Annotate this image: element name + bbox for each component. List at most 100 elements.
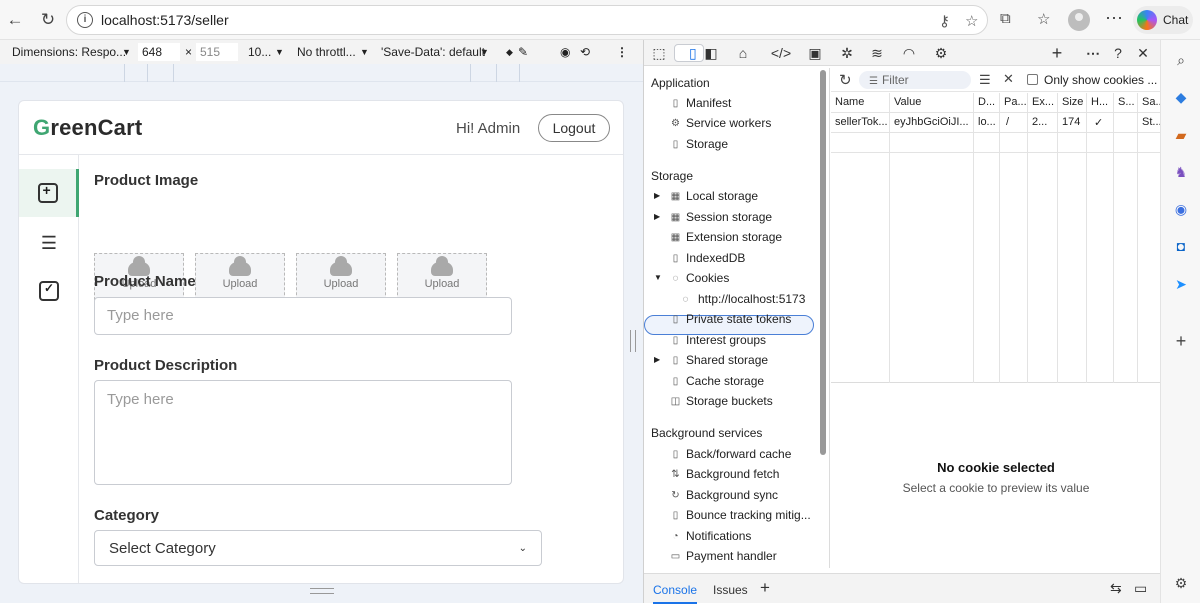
column-header-httponly[interactable]: H...	[1091, 96, 1111, 108]
minimize-drawer-icon[interactable]: ▭	[1134, 580, 1147, 597]
save-data-select[interactable]: 'Save-Data': default	[381, 45, 485, 59]
tree-item-bounce-tracking[interactable]: Bounce tracking mitig...	[686, 508, 811, 522]
column-header-path[interactable]: Pa...	[1004, 96, 1026, 108]
welcome-home-icon[interactable]: ⌂	[732, 44, 754, 62]
devtools-more-icon[interactable]: ⋯	[1082, 44, 1104, 62]
tree-item-payment-handler[interactable]: Payment handler	[686, 549, 777, 563]
dimensions-select[interactable]: Dimensions: Respo...	[12, 45, 126, 59]
column-header-domain[interactable]: D...	[978, 96, 998, 108]
more-tabs-plus-icon[interactable]: +	[1046, 44, 1068, 62]
profile-avatar[interactable]	[1068, 9, 1090, 31]
tree-item-local-storage[interactable]: Local storage	[686, 189, 758, 203]
refresh-icon[interactable]: ↻	[839, 71, 852, 89]
more-options-icon[interactable]: ⋮	[616, 45, 628, 59]
tree-item-storage-buckets[interactable]: Storage buckets	[686, 394, 773, 408]
cookie-filter-input[interactable]: ☰ Filter	[859, 71, 971, 89]
cookie-name-cell[interactable]: sellerTok...	[835, 116, 887, 128]
key-icon[interactable]: ⚷	[939, 12, 950, 30]
sources-bug-icon[interactable]: ✲	[836, 44, 858, 62]
height-input[interactable]: 515	[196, 43, 238, 61]
product-name-input[interactable]: Type here	[94, 297, 512, 335]
pen-icon[interactable]: ✎	[518, 45, 528, 59]
console-tab-icon[interactable]: ▣	[804, 44, 826, 62]
tree-item-notifications[interactable]: Notifications	[686, 529, 751, 543]
application-gear-icon[interactable]: ⚙	[930, 44, 952, 62]
device-mode-icon[interactable]: ◆	[506, 47, 513, 58]
performance-gauge-icon[interactable]: ◠	[898, 44, 920, 62]
column-header-secure[interactable]: S...	[1118, 96, 1136, 108]
refresh-icon[interactable]: ↻	[34, 6, 62, 34]
logout-button[interactable]: Logout	[538, 114, 610, 142]
address-bar[interactable]: i localhost:5173/seller ⚷ ☆	[66, 5, 988, 35]
eye-icon[interactable]: ◉	[560, 45, 570, 59]
extensions-icon[interactable]: ⧉	[1000, 10, 1011, 27]
games-chess-icon[interactable]: ♞	[1173, 164, 1189, 180]
cookie-samesite-cell[interactable]: St...	[1142, 116, 1160, 128]
tree-item-private-state-tokens[interactable]: Private state tokens	[686, 312, 791, 326]
add-drawer-tab-icon[interactable]: +	[760, 578, 770, 598]
column-header-size[interactable]: Size	[1062, 96, 1086, 108]
sidebar-item-product-list[interactable]: ☰	[19, 219, 79, 267]
tree-item-session-storage[interactable]: Session storage	[686, 210, 772, 224]
tree-item-back-forward-cache[interactable]: Back/forward cache	[686, 447, 791, 461]
add-sidebar-app-icon[interactable]: +	[1173, 332, 1189, 350]
dock-drawer-icon[interactable]: ⇆	[1110, 580, 1122, 597]
cookie-domain-cell[interactable]: lo...	[978, 116, 998, 128]
more-menu-icon[interactable]: ⋯	[1105, 8, 1123, 29]
column-header-expires[interactable]: Ex...	[1032, 96, 1056, 108]
expand-arrow-icon[interactable]: ▶	[654, 355, 660, 364]
collapse-arrow-icon[interactable]: ▼	[654, 273, 662, 282]
tree-item-background-sync[interactable]: Background sync	[686, 488, 778, 502]
category-select[interactable]: Select Category ⌄	[94, 530, 542, 566]
throttle-select[interactable]: No throttl...	[297, 45, 356, 59]
send-telegram-icon[interactable]: ➤	[1173, 276, 1189, 292]
back-icon[interactable]: ←	[1, 6, 29, 34]
cookie-httponly-cell[interactable]: ✓	[1094, 116, 1112, 129]
cookie-value-cell[interactable]: eyJhbGciOiJI...	[894, 116, 970, 128]
greencart-logo[interactable]: GreenCart	[33, 115, 142, 141]
cookie-size-cell[interactable]: 174	[1062, 116, 1086, 128]
tree-item-service-workers[interactable]: Service workers	[686, 116, 771, 130]
tree-item-cookies[interactable]: Cookies	[686, 271, 729, 285]
viewport-resize-handle-right[interactable]	[630, 330, 636, 352]
only-show-checkbox[interactable]	[1027, 74, 1038, 85]
expand-arrow-icon[interactable]: ▶	[654, 191, 660, 200]
elements-tab-icon[interactable]: </>	[770, 44, 792, 62]
toolbox-icon[interactable]: ▰	[1173, 127, 1189, 143]
cookie-expires-cell[interactable]: 2...	[1032, 116, 1056, 128]
viewport-resize-handle-bottom[interactable]	[310, 588, 334, 594]
sidebar-item-orders[interactable]: ✓	[19, 267, 79, 315]
tree-item-storage[interactable]: Storage	[686, 137, 728, 151]
tree-item-background-fetch[interactable]: Background fetch	[686, 467, 779, 481]
expand-arrow-icon[interactable]: ▶	[654, 212, 660, 221]
tree-item-cookie-origin[interactable]: http://localhost:5173	[698, 292, 805, 306]
shopping-tag-icon[interactable]: ◆	[1173, 89, 1189, 105]
column-header-samesite[interactable]: Sa...	[1142, 96, 1160, 108]
tree-item-shared-storage[interactable]: Shared storage	[686, 353, 768, 367]
favorites-icon[interactable]: ☆	[1037, 10, 1050, 28]
column-header-value[interactable]: Value	[894, 96, 970, 108]
cookie-path-cell[interactable]: /	[1006, 116, 1026, 128]
dock-side-icon[interactable]: ◧	[700, 44, 722, 62]
sidebar-settings-gear-icon[interactable]: ⚙	[1173, 575, 1189, 591]
tree-scrollbar[interactable]	[820, 70, 826, 455]
favorite-star-icon[interactable]: ☆	[965, 12, 978, 30]
tree-item-interest-groups[interactable]: Interest groups	[686, 333, 766, 347]
tab-console[interactable]: Console	[653, 583, 698, 604]
site-info-icon[interactable]: i	[77, 12, 93, 28]
rotate-icon[interactable]: ⟲	[580, 45, 590, 59]
inspect-element-icon[interactable]: ⬚	[648, 44, 670, 62]
tree-item-manifest[interactable]: Manifest	[686, 96, 731, 110]
outlook-icon[interactable]: ◘	[1173, 238, 1189, 254]
network-wifi-icon[interactable]: ≋	[866, 44, 888, 62]
delete-selected-icon[interactable]: ✕	[1003, 71, 1014, 87]
product-description-textarea[interactable]: Type here	[94, 380, 512, 485]
tree-item-indexeddb[interactable]: IndexedDB	[686, 251, 745, 265]
clear-all-icon[interactable]: ☰	[979, 72, 991, 88]
zoom-select[interactable]: 10...	[248, 45, 271, 59]
copilot-chat-button[interactable]: Chat	[1133, 6, 1193, 34]
address-url[interactable]: localhost:5173/seller	[101, 12, 229, 28]
help-icon[interactable]: ?	[1107, 44, 1129, 62]
search-icon[interactable]: ⌕	[1173, 52, 1189, 68]
close-devtools-icon[interactable]: ✕	[1132, 44, 1154, 62]
